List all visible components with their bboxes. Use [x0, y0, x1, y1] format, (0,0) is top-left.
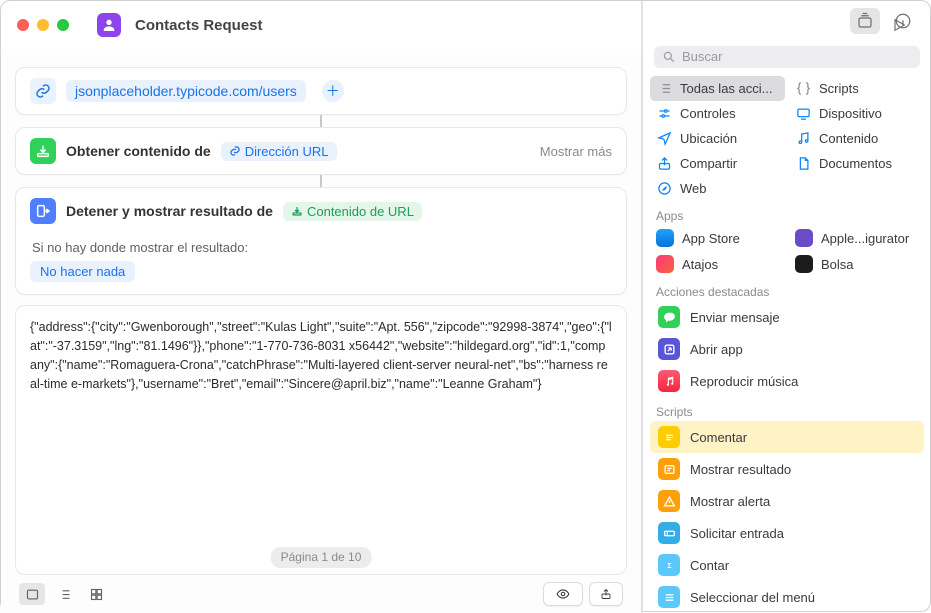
url-chip[interactable]: jsonplaceholder.typicode.com/users — [66, 80, 306, 102]
result-output[interactable]: {"address":{"city":"Gwenborough","street… — [15, 305, 627, 575]
result-icon — [658, 458, 680, 480]
quick-look-button[interactable] — [543, 582, 583, 606]
workflow-area: jsonplaceholder.typicode.com/users ＋ Obt… — [1, 49, 641, 613]
svg-text:Σ: Σ — [667, 563, 671, 570]
alert-icon — [658, 490, 680, 512]
category-web[interactable]: Web — [650, 176, 785, 201]
action-play-music[interactable]: Reproducir música — [650, 365, 924, 397]
window-controls — [17, 19, 69, 31]
share-icon — [656, 155, 673, 172]
section-featured: Acciones destacadas — [642, 277, 931, 301]
step-stop-show[interactable]: Detener y mostrar resultado de Contenido… — [15, 187, 627, 295]
category-all[interactable]: Todas las acci... — [650, 76, 785, 101]
link-icon — [30, 78, 56, 104]
close-window-button[interactable] — [17, 19, 29, 31]
device-icon — [795, 105, 812, 122]
add-url-button[interactable]: ＋ — [322, 80, 344, 102]
minimize-window-button[interactable] — [37, 19, 49, 31]
action-count[interactable]: Σ Contar — [650, 549, 924, 581]
braces-icon — [795, 80, 812, 97]
category-content[interactable]: Contenido — [789, 126, 924, 151]
search-input[interactable]: Buscar — [654, 46, 920, 68]
window-title: Contacts Request — [135, 17, 263, 34]
category-location[interactable]: Ubicación — [650, 126, 785, 151]
section-apps: Apps — [642, 201, 931, 225]
configurator-icon — [795, 229, 813, 247]
footer-toolbar — [15, 575, 627, 613]
content-variable-chip[interactable]: Contenido de URL — [283, 202, 422, 221]
music-app-icon — [658, 370, 680, 392]
open-app-icon — [658, 338, 680, 360]
download-icon — [30, 138, 56, 164]
shortcuts-icon — [656, 255, 674, 273]
info-icon[interactable] — [888, 8, 918, 34]
category-device[interactable]: Dispositivo — [789, 101, 924, 126]
app-configurator[interactable]: Apple...igurator — [789, 225, 924, 251]
connector-line — [320, 175, 322, 187]
action-menu-select[interactable]: Seleccionar del menú — [650, 581, 924, 613]
section-scripts: Scripts — [642, 397, 931, 421]
category-share[interactable]: Compartir — [650, 151, 785, 176]
sliders-icon — [656, 105, 673, 122]
search-placeholder: Buscar — [682, 49, 722, 64]
location-icon — [656, 130, 673, 147]
view-detail-button[interactable] — [19, 583, 45, 605]
library-icon[interactable] — [850, 8, 880, 34]
step-url[interactable]: jsonplaceholder.typicode.com/users ＋ — [15, 67, 627, 115]
list-icon — [656, 80, 673, 97]
app-shortcuts[interactable]: Atajos — [650, 251, 785, 277]
view-grid-button[interactable] — [83, 583, 109, 605]
do-nothing-chip[interactable]: No hacer nada — [30, 261, 135, 282]
comment-icon — [658, 426, 680, 448]
sidebar: Buscar Todas las acci... Scripts Control… — [642, 1, 931, 613]
view-list-button[interactable] — [51, 583, 77, 605]
category-scripts[interactable]: Scripts — [789, 76, 924, 101]
messages-icon — [658, 306, 680, 328]
menu-icon — [658, 586, 680, 608]
action-send-message[interactable]: Enviar mensaje — [650, 301, 924, 333]
url-variable-chip[interactable]: Dirección URL — [221, 142, 337, 161]
appstore-icon — [656, 229, 674, 247]
input-icon — [658, 522, 680, 544]
music-icon — [795, 130, 812, 147]
action-ask-input[interactable]: Solicitar entrada — [650, 517, 924, 549]
app-icon — [97, 13, 121, 37]
noresult-label: Si no hay donde mostrar el resultado: — [16, 234, 626, 261]
step-stop-label: Detener y mostrar resultado de — [66, 203, 273, 219]
app-stocks[interactable]: Bolsa — [789, 251, 924, 277]
step-get-label: Obtener contenido de — [66, 143, 211, 159]
action-comment[interactable]: Comentar — [650, 421, 924, 453]
safari-icon — [656, 180, 673, 197]
result-text: {"address":{"city":"Gwenborough","street… — [30, 320, 612, 391]
connector-line — [320, 115, 322, 127]
exit-icon — [30, 198, 56, 224]
share-result-button[interactable] — [589, 582, 623, 606]
fullscreen-window-button[interactable] — [57, 19, 69, 31]
action-show-alert[interactable]: Mostrar alerta — [650, 485, 924, 517]
document-icon — [795, 155, 812, 172]
stocks-icon — [795, 255, 813, 273]
action-open-app[interactable]: Abrir app — [650, 333, 924, 365]
show-more-button[interactable]: Mostrar más — [540, 144, 612, 159]
category-controls[interactable]: Controles — [650, 101, 785, 126]
step-get-contents[interactable]: Obtener contenido de Dirección URL Mostr… — [15, 127, 627, 175]
action-show-result[interactable]: Mostrar resultado — [650, 453, 924, 485]
category-documents[interactable]: Documentos — [789, 151, 924, 176]
count-icon: Σ — [658, 554, 680, 576]
page-indicator: Página 1 de 10 — [271, 547, 372, 568]
app-appstore[interactable]: App Store — [650, 225, 785, 251]
